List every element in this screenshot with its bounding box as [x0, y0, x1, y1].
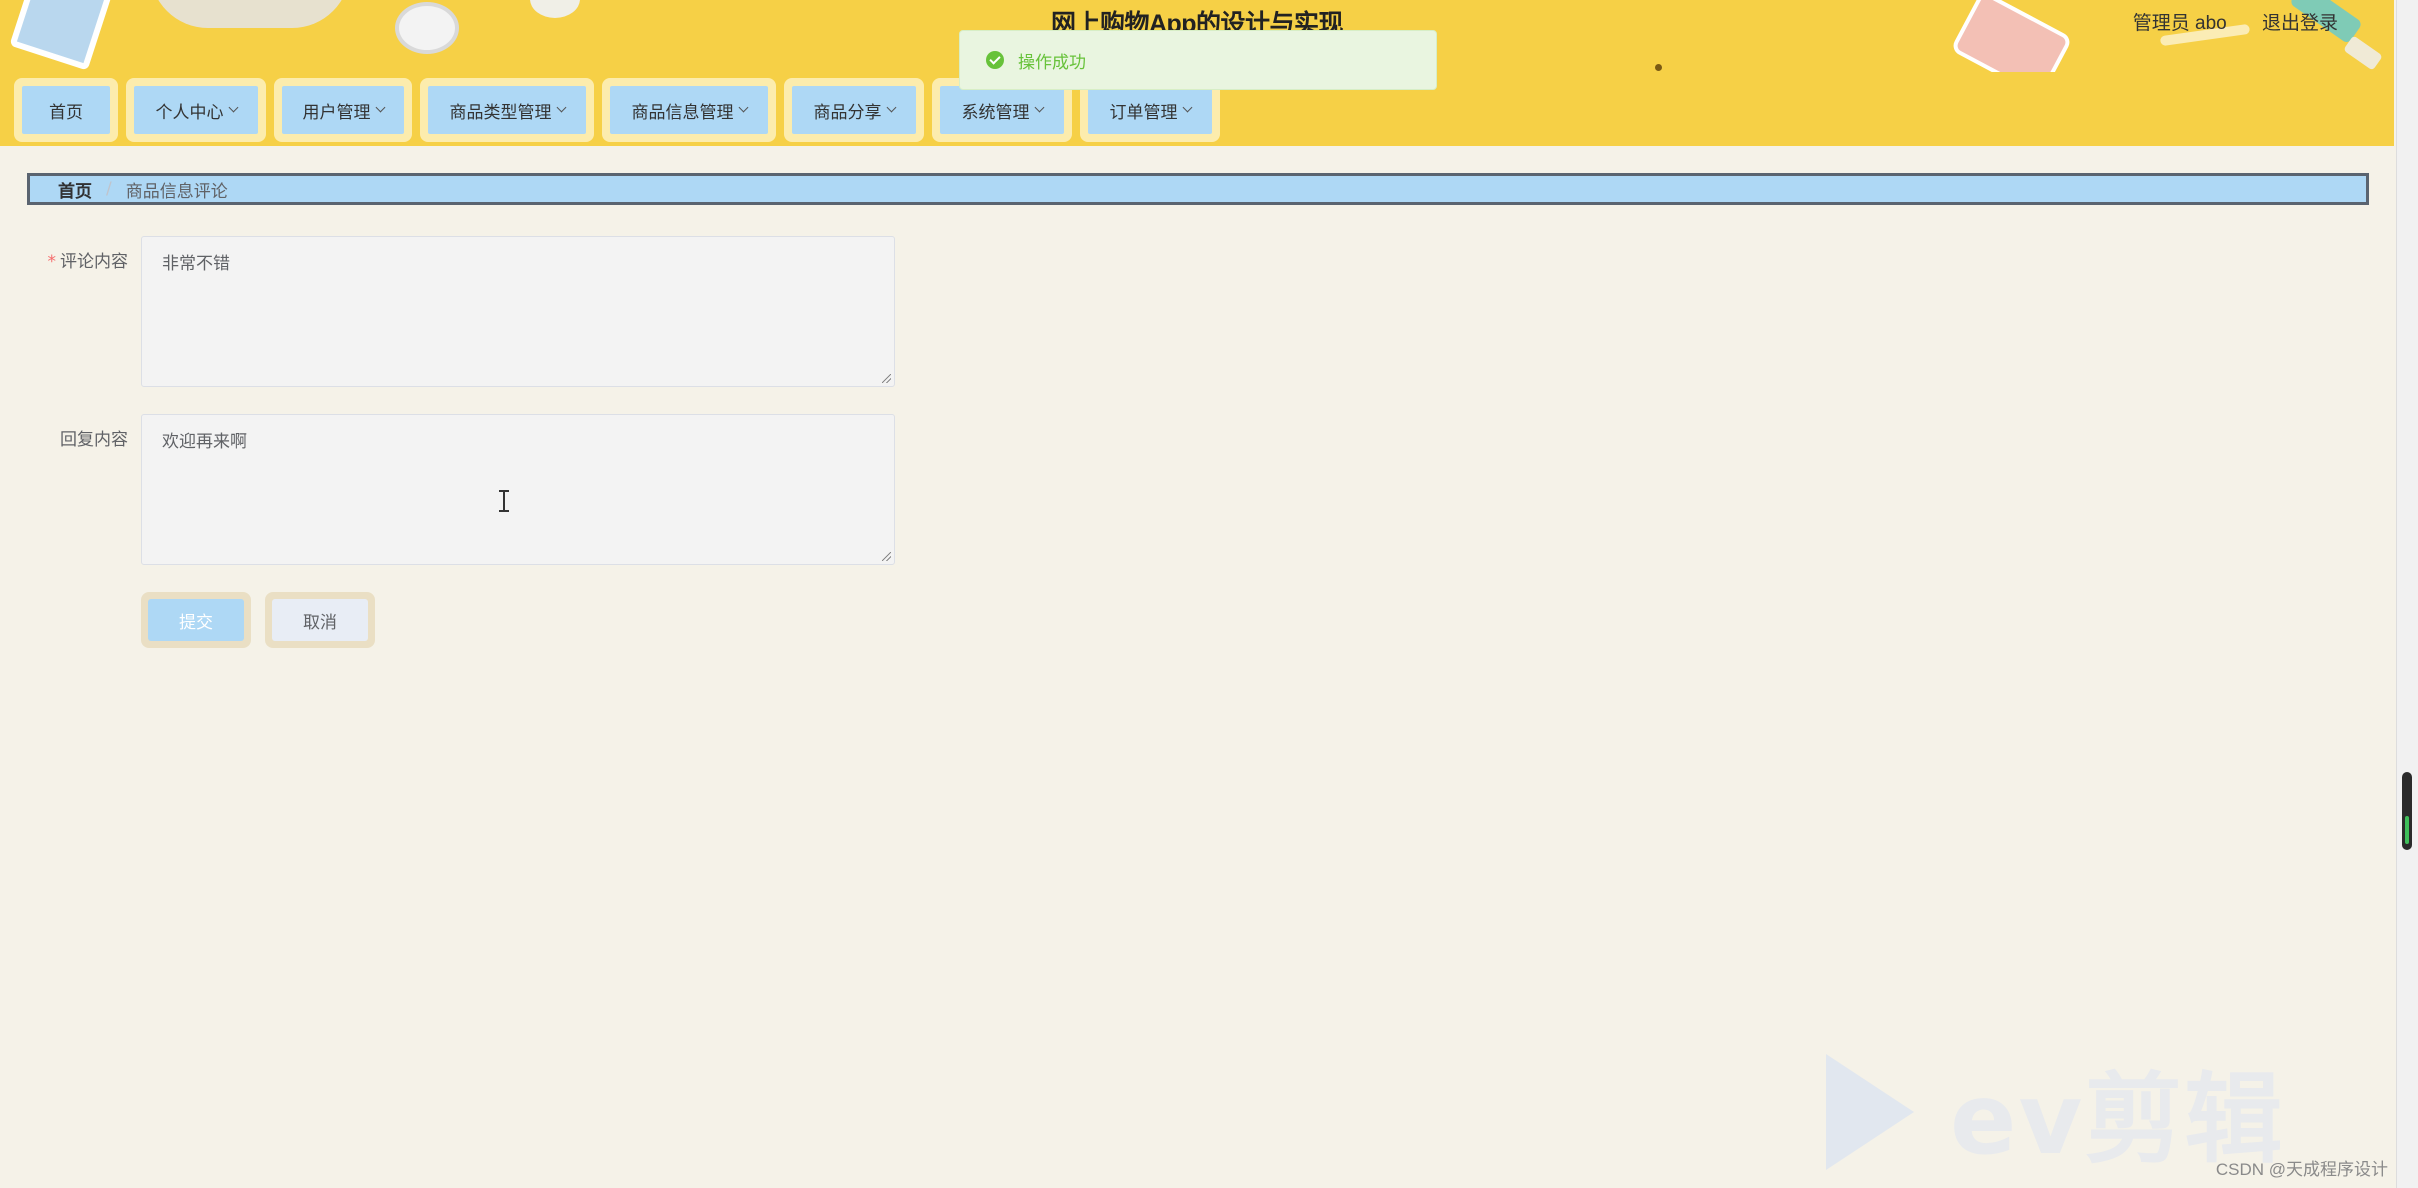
nav-item-personal-center[interactable]: 个人中心 [126, 78, 266, 142]
nav-item-label: 商品信息管理 [631, 102, 734, 123]
nav-item-label: 商品分享 [813, 102, 882, 123]
cancel-button-label: 取消 [303, 612, 337, 633]
nav-item-label: 系统管理 [961, 102, 1030, 123]
breadcrumb-separator: / [106, 179, 112, 199]
chevron-down-icon [1034, 102, 1044, 113]
reply-textarea[interactable]: 欢迎再来啊 [141, 414, 895, 565]
current-user: 管理员 abo [2132, 13, 2227, 34]
reply-label-text: 回复内容 [60, 430, 128, 450]
success-toast: 操作成功 [959, 30, 1437, 90]
logout-link[interactable]: 退出登录 [2262, 13, 2338, 34]
nav-item-label: 订单管理 [1109, 102, 1178, 123]
nav-item-label: 商品类型管理 [449, 102, 552, 123]
submit-button-label: 提交 [179, 612, 213, 633]
decoration-image [1655, 64, 1662, 71]
page-scrollbar[interactable] [2396, 0, 2418, 1188]
reply-value: 欢迎再来啊 [162, 432, 247, 452]
success-check-icon [986, 51, 1004, 69]
toast-message: 操作成功 [1018, 52, 1086, 73]
comment-textarea[interactable]: 非常不错 [141, 236, 895, 387]
resize-handle-icon[interactable] [882, 374, 891, 383]
decoration-image [2343, 35, 2383, 71]
scrollbar-thumb[interactable] [2402, 772, 2412, 850]
text-cursor-icon [498, 490, 510, 512]
nav-item-label: 首页 [49, 102, 83, 123]
chevron-down-icon [738, 102, 748, 113]
nav-item-home[interactable]: 首页 [14, 78, 118, 142]
nav-item-product-info-management[interactable]: 商品信息管理 [602, 78, 776, 142]
breadcrumb-current: 商品信息评论 [125, 181, 228, 202]
chevron-down-icon [886, 102, 896, 113]
nav-item-product-share[interactable]: 商品分享 [784, 78, 924, 142]
chevron-down-icon [228, 102, 238, 113]
breadcrumb: 首页 / 商品信息评论 [27, 173, 2369, 205]
comment-label-text: 评论内容 [60, 252, 128, 272]
reply-label: 回复内容 [30, 425, 128, 450]
credit-text: CSDN @天成程序设计 [2215, 1160, 2388, 1179]
submit-button[interactable]: 提交 [141, 592, 251, 648]
user-area: 管理员 abo 退出登录 [2103, 8, 2338, 35]
nav-item-product-type-management[interactable]: 商品类型管理 [420, 78, 594, 142]
chevron-down-icon [375, 102, 385, 113]
cancel-button[interactable]: 取消 [265, 592, 375, 648]
comment-value: 非常不错 [162, 254, 230, 274]
breadcrumb-home[interactable]: 首页 [58, 177, 92, 202]
chevron-down-icon [556, 102, 566, 113]
nav-item-user-management[interactable]: 用户管理 [274, 78, 412, 142]
play-logo-icon [1826, 1054, 1914, 1170]
nav-item-label: 个人中心 [155, 102, 224, 123]
chevron-down-icon [1182, 102, 1192, 113]
comment-label: * 评论内容 [30, 247, 129, 272]
required-mark: * [47, 252, 57, 272]
nav-item-label: 用户管理 [302, 102, 371, 123]
resize-handle-icon[interactable] [882, 552, 891, 561]
